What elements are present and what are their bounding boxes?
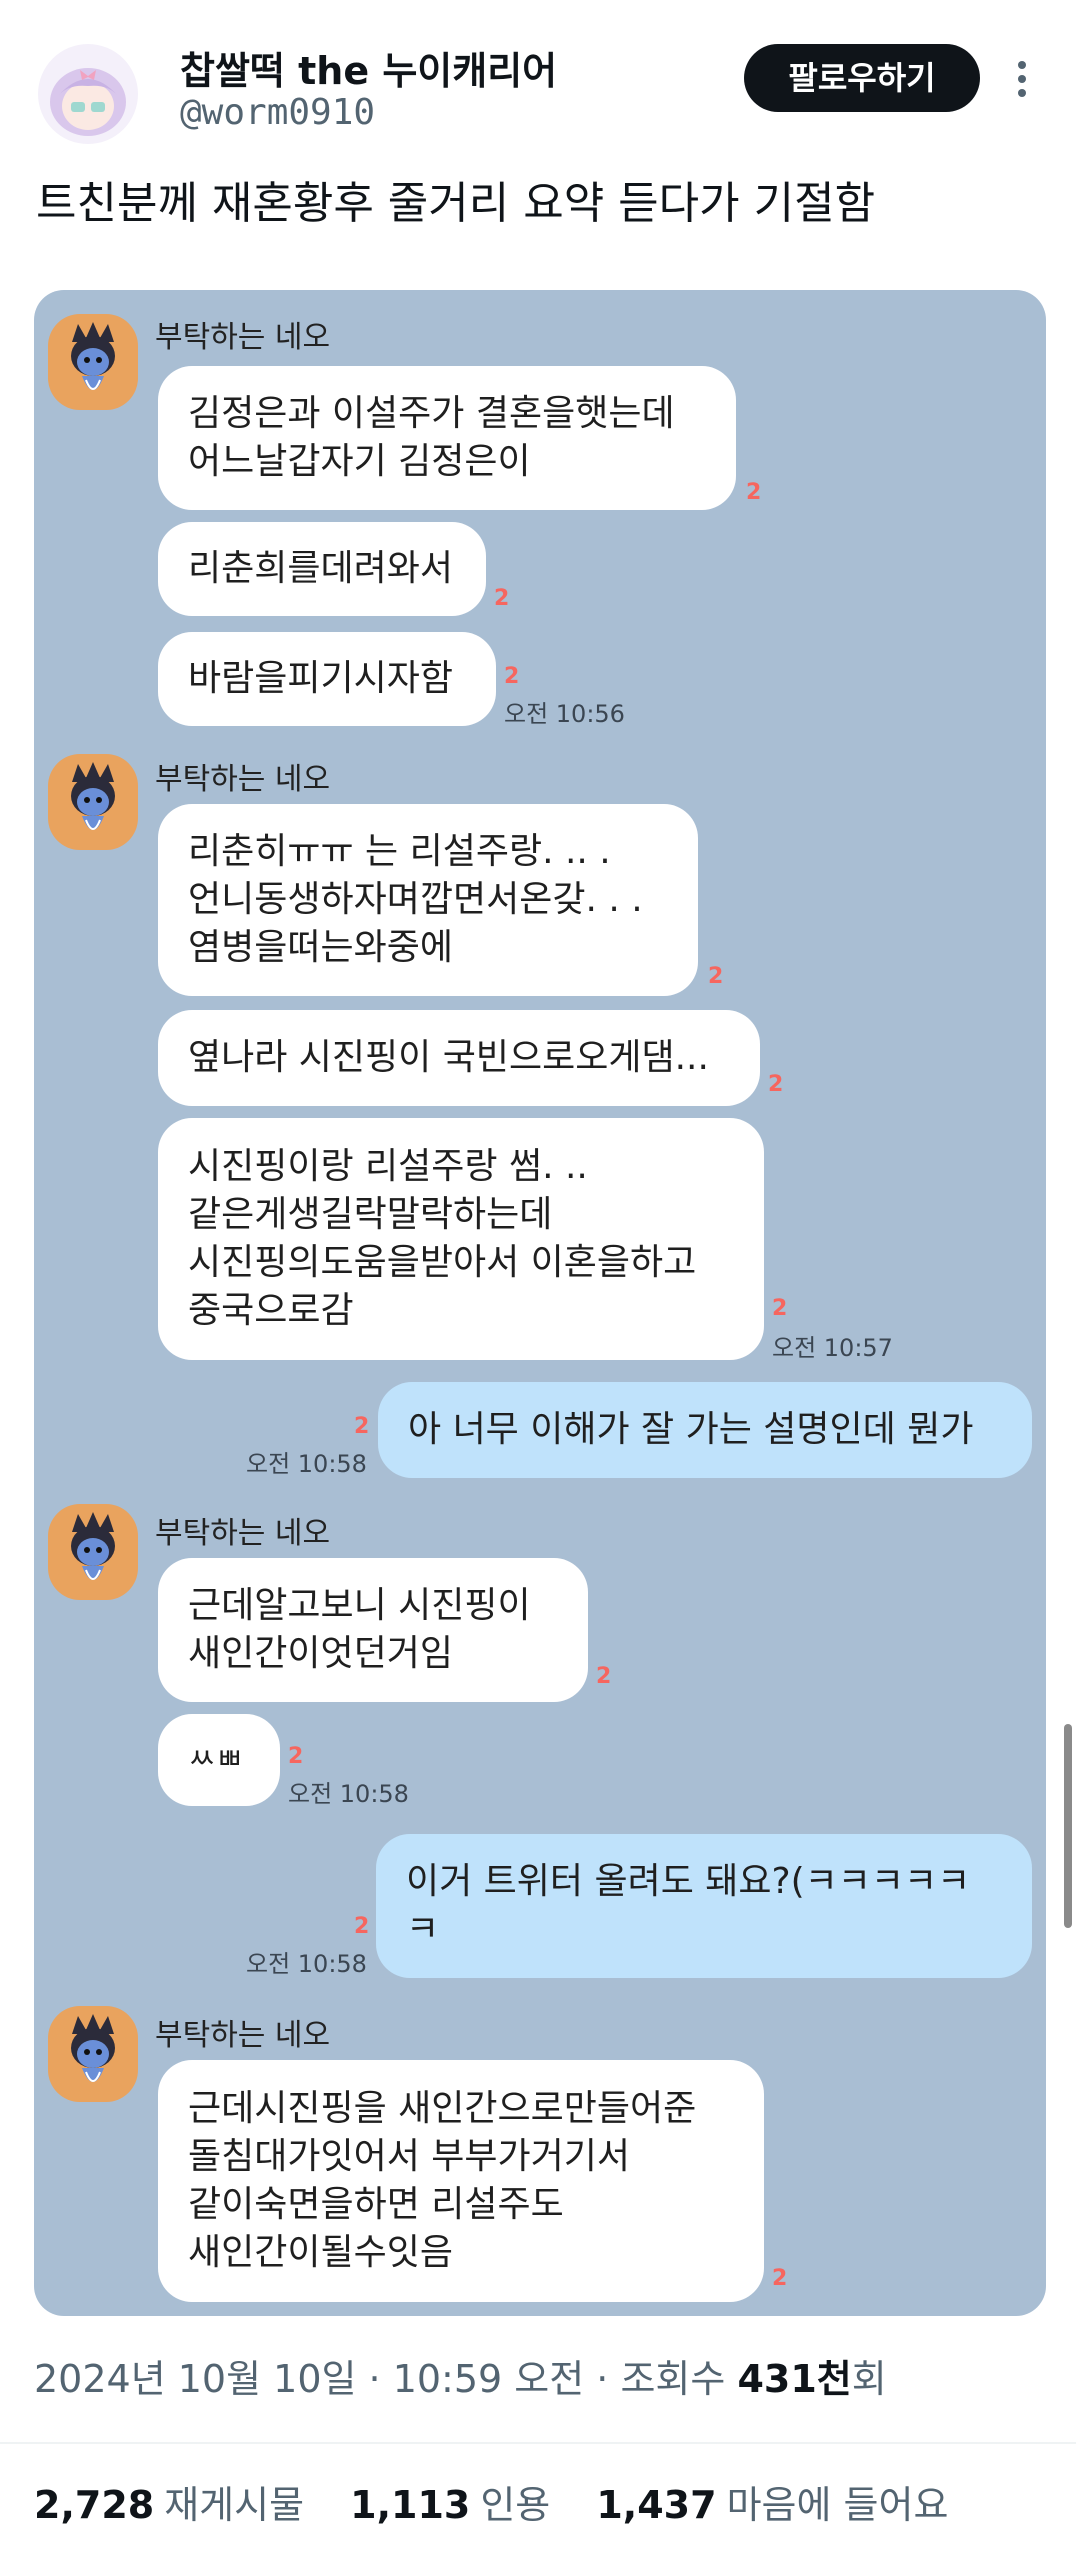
chat-screenshot[interactable]: 부탁하는 네오 김정은과 이설주가 결혼을햇는데 어느날갑자기 김정은이 2 리… — [34, 290, 1046, 2316]
chat-message: 근데알고보니 시진핑이 새인간이엇던거임 — [158, 1558, 588, 1702]
more-options-icon[interactable] — [1012, 58, 1032, 102]
chat-message: 바람을피기시자함 — [158, 632, 496, 726]
unread-count: 2 — [596, 1664, 612, 1689]
post-date[interactable]: 2024년 10월 10일 — [34, 2357, 356, 2401]
chat-message: 근데시진핑을 새인간으로만들어준 돌침대가잇어서 부부가거기서 같이숙면을하면 … — [158, 2060, 764, 2302]
neo-character-icon — [71, 322, 115, 390]
views-count: 431천 — [737, 2357, 852, 2401]
neo-character-icon — [71, 762, 115, 830]
my-chat-message: 아 너무 이해가 잘 가는 설명인데 뭔가 — [378, 1382, 1032, 1478]
sender-name: 부탁하는 네오 — [155, 762, 331, 797]
neo-avatar — [48, 314, 138, 410]
message-time: 오전 10:56 — [504, 700, 625, 728]
unread-count: 2 — [708, 964, 724, 989]
my-chat-message: 이거 트위터 올려도 돼요?(ㅋㅋㅋㅋㅋ ㅋ — [376, 1834, 1032, 1978]
tweet-meta: 2024년 10월 10일 · 10:59 오전 · 조회수 431천회 — [34, 2357, 887, 2401]
engagement-stats: 2,728 재게시물 1,113 인용 1,437 마음에 들어요 — [34, 2474, 982, 2529]
sender-name: 부탁하는 네오 — [155, 1516, 331, 1551]
unread-count: 2 — [354, 1914, 370, 1939]
chat-message: ㅆㅃ — [158, 1714, 280, 1806]
chat-message: 리춘희를데려와서 — [158, 522, 486, 616]
unread-count: 2 — [746, 480, 762, 505]
chat-message: 시진핑이랑 리설주랑 썸. .. 같은게생길락말락하는데 시진핑의도움을받아서 … — [158, 1118, 764, 1360]
unread-count: 2 — [494, 586, 510, 611]
unread-count: 2 — [504, 664, 520, 689]
likes-stat[interactable]: 1,437 마음에 들어요 — [596, 2474, 948, 2529]
post-time[interactable]: 10:59 오전 — [393, 2357, 585, 2401]
divider — [0, 2442, 1076, 2444]
message-time: 오전 10:58 — [246, 1950, 367, 1978]
quotes-stat[interactable]: 1,113 인용 — [350, 2474, 550, 2529]
neo-character-icon — [71, 2014, 115, 2082]
unread-count: 2 — [772, 1296, 788, 1321]
message-time: 오전 10:58 — [288, 1780, 409, 1808]
neo-character-icon — [71, 1512, 115, 1580]
chat-message: 김정은과 이설주가 결혼을햇는데 어느날갑자기 김정은이 — [158, 366, 736, 510]
author-handle[interactable]: @worm0910 — [180, 92, 375, 133]
views-label: 조회수 — [620, 2357, 738, 2401]
chat-message: 리춘히ㅠㅠ 는 리설주랑. .. . 언니동생하자며깝면서온갖. . . 염병을… — [158, 804, 698, 996]
follow-button[interactable]: 팔로우하기 — [744, 44, 980, 112]
chat-message: 옆나라 시진핑이 국빈으로오게댐... — [158, 1010, 760, 1106]
unread-count: 2 — [288, 1744, 304, 1769]
sender-name: 부탁하는 네오 — [155, 320, 331, 355]
unread-count: 2 — [768, 1072, 784, 1097]
message-time: 오전 10:57 — [772, 1334, 893, 1362]
neo-avatar — [48, 1504, 138, 1600]
unread-count: 2 — [772, 2266, 788, 2291]
neo-avatar — [48, 754, 138, 850]
author-display-name[interactable]: 찹쌀떡 the 누이캐리어 — [180, 40, 557, 95]
neo-avatar — [48, 2006, 138, 2102]
author-avatar[interactable] — [38, 44, 138, 144]
anime-girl-avatar-icon — [38, 44, 138, 144]
retweets-stat[interactable]: 2,728 재게시물 — [34, 2474, 304, 2529]
message-time: 오전 10:58 — [246, 1450, 367, 1478]
tweet-header: 찹쌀떡 the 누이캐리어 @worm0910 팔로우하기 — [0, 0, 1076, 150]
page-scrollbar[interactable] — [1064, 1724, 1072, 1928]
tweet-text: 트친분께 재혼황후 줄거리 요약 듣다가 기절함 — [36, 178, 876, 229]
unread-count: 2 — [354, 1414, 370, 1439]
sender-name: 부탁하는 네오 — [155, 2018, 331, 2053]
